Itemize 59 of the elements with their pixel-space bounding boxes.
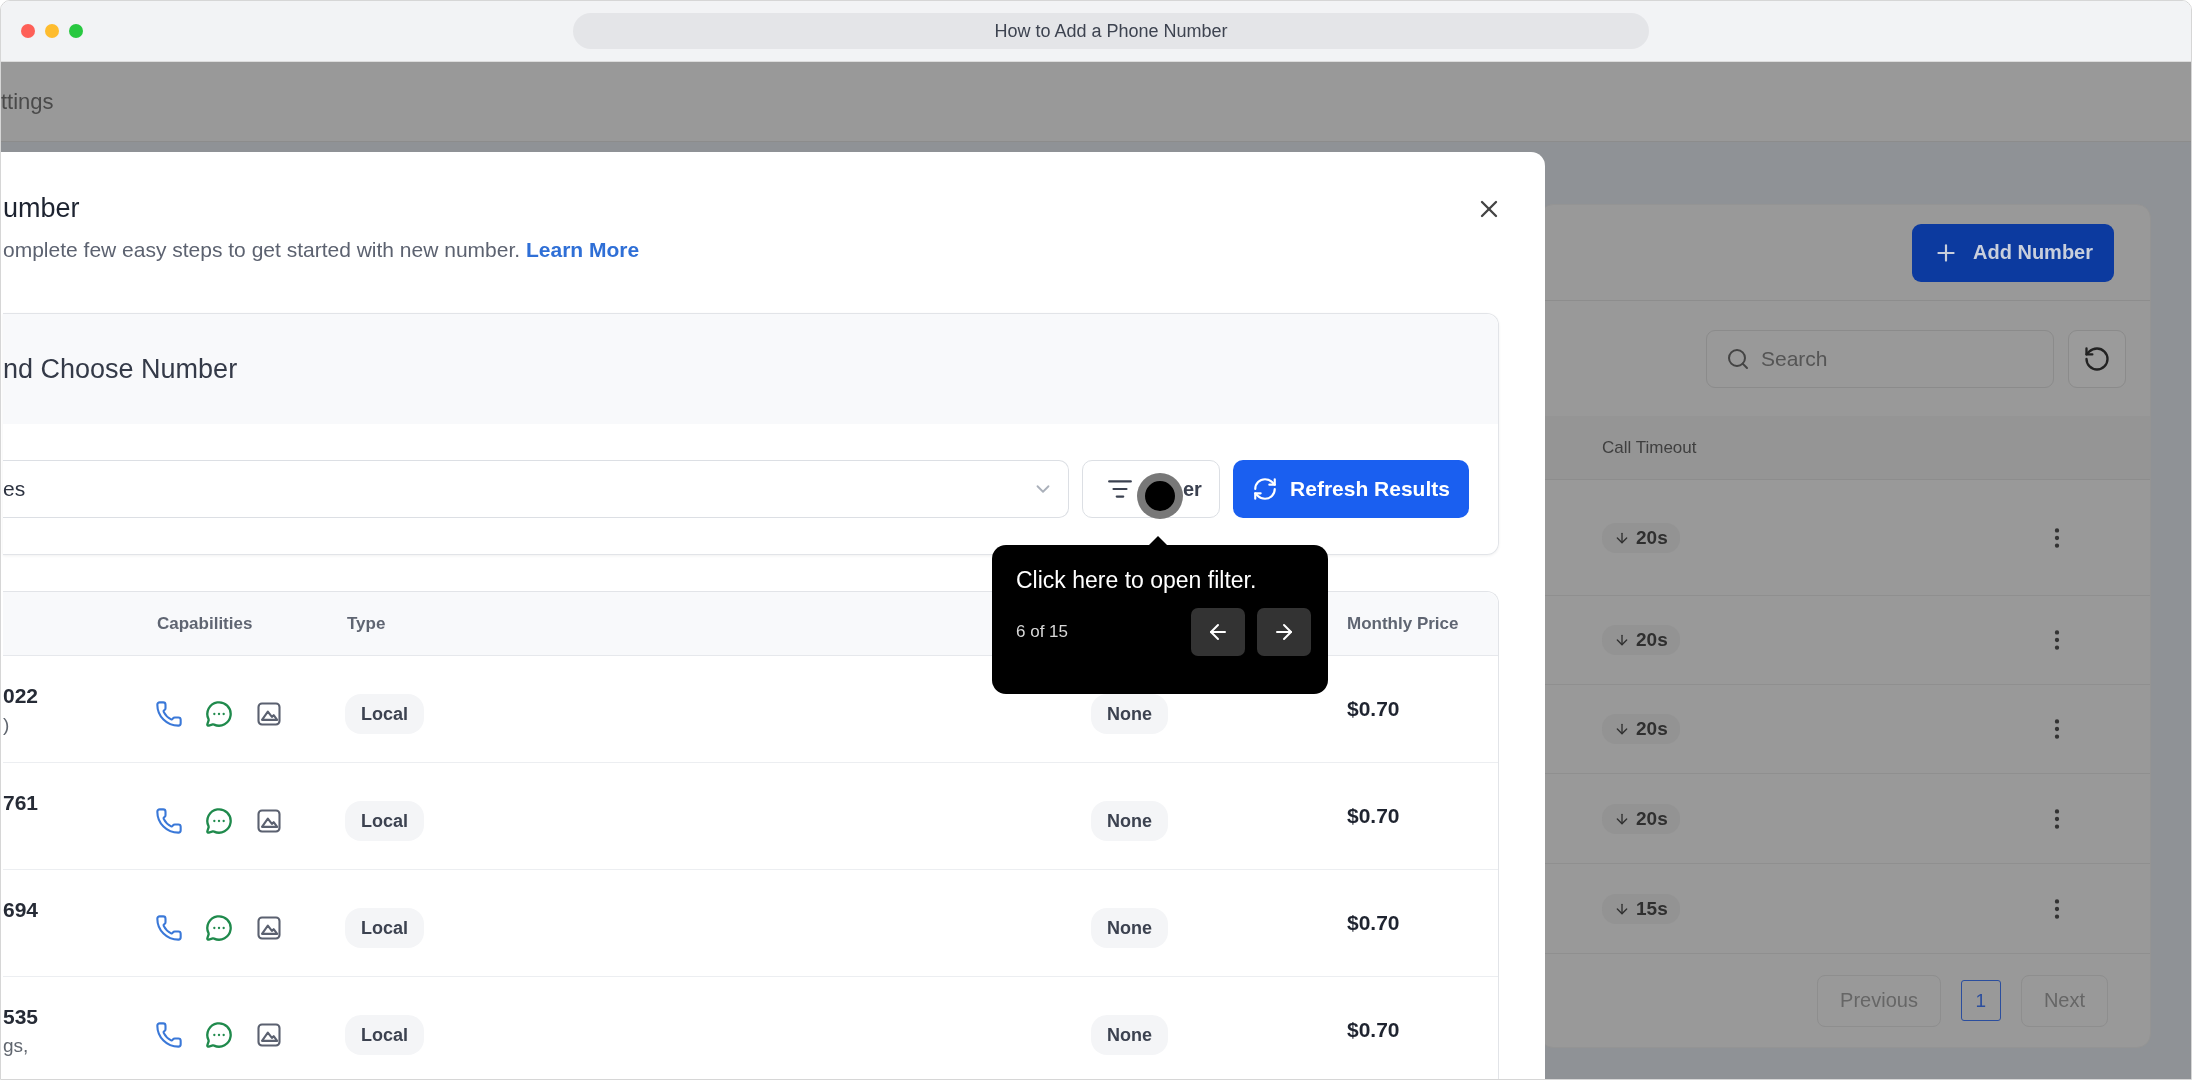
image-icon (255, 1021, 283, 1049)
add-number-button[interactable]: Add Number (1912, 223, 2114, 282)
type-pill: Local (345, 1015, 424, 1055)
tooltip-text: Click here to open filter. (1016, 567, 1258, 594)
learn-more-link[interactable]: Learn More (525, 238, 640, 261)
column-header: Type (347, 613, 386, 634)
section-title: nd Choose Number (3, 353, 238, 385)
status-pill: None (1091, 1015, 1168, 1055)
image-icon (255, 807, 283, 835)
next-step-button[interactable] (1257, 608, 1311, 656)
address-bar[interactable]: How to Add a Phone Number (573, 13, 1649, 49)
phone-icon (155, 700, 183, 728)
reset-button[interactable] (2068, 329, 2126, 388)
refresh-icon (1252, 476, 1279, 502)
nav-item[interactable]: ttings (1, 88, 54, 115)
step-counter: 6 of 15 (1016, 622, 1068, 642)
modal-subtitle: omplete few easy steps to get started with new number. Learn More (3, 238, 641, 262)
number-location: ) (3, 714, 11, 736)
image-icon (255, 700, 283, 728)
phone-icon (155, 1021, 183, 1049)
column-header: Call Timeout (1602, 437, 1697, 458)
phone-number: 694 (3, 898, 40, 922)
monthly-price: $0.70 (1346, 1018, 1401, 1042)
status-pill: None (1091, 908, 1168, 948)
timeout-pill: 20s (1602, 522, 1680, 553)
timeout-pill: 20s (1602, 625, 1680, 655)
monthly-price: $0.70 (1346, 804, 1401, 828)
image-icon (255, 914, 283, 942)
modal-title: umber (3, 193, 80, 224)
back-button[interactable] (1191, 608, 1245, 656)
number-location: gs, (3, 1035, 30, 1057)
phone-number: 022 (3, 684, 40, 708)
monthly-price: $0.70 (1346, 911, 1401, 935)
refresh-results-button[interactable]: Refresh Results (1233, 460, 1469, 518)
message-icon (205, 914, 233, 942)
column-header: Capabilities (157, 613, 253, 634)
page-button[interactable]: 1 (1960, 980, 2001, 1021)
monthly-price: $0.70 (1346, 697, 1401, 721)
type-pill: Local (345, 908, 424, 948)
status-pill: None (1091, 694, 1168, 734)
phone-number: 535 (3, 1005, 40, 1029)
column-header: Monthly Price (1347, 613, 1459, 634)
message-icon (205, 1021, 233, 1049)
reset-icon (2083, 344, 2111, 373)
timeout-pill: 15s (1602, 893, 1680, 924)
status-pill: None (1091, 801, 1168, 841)
phone-number: 761 (3, 791, 40, 815)
message-icon (205, 807, 233, 835)
type-pill: Local (345, 694, 424, 734)
phone-icon (155, 914, 183, 942)
phone-icon (155, 807, 183, 835)
timeout-pill: 20s (1602, 803, 1680, 834)
select-field[interactable]: es (3, 460, 1069, 518)
search-icon (1726, 346, 1750, 371)
message-icon (205, 700, 233, 728)
search-field[interactable]: Search (1706, 329, 2054, 388)
type-pill: Local (345, 801, 424, 841)
close-window-icon[interactable] (21, 24, 35, 38)
timeout-pill: 20s (1602, 714, 1680, 744)
